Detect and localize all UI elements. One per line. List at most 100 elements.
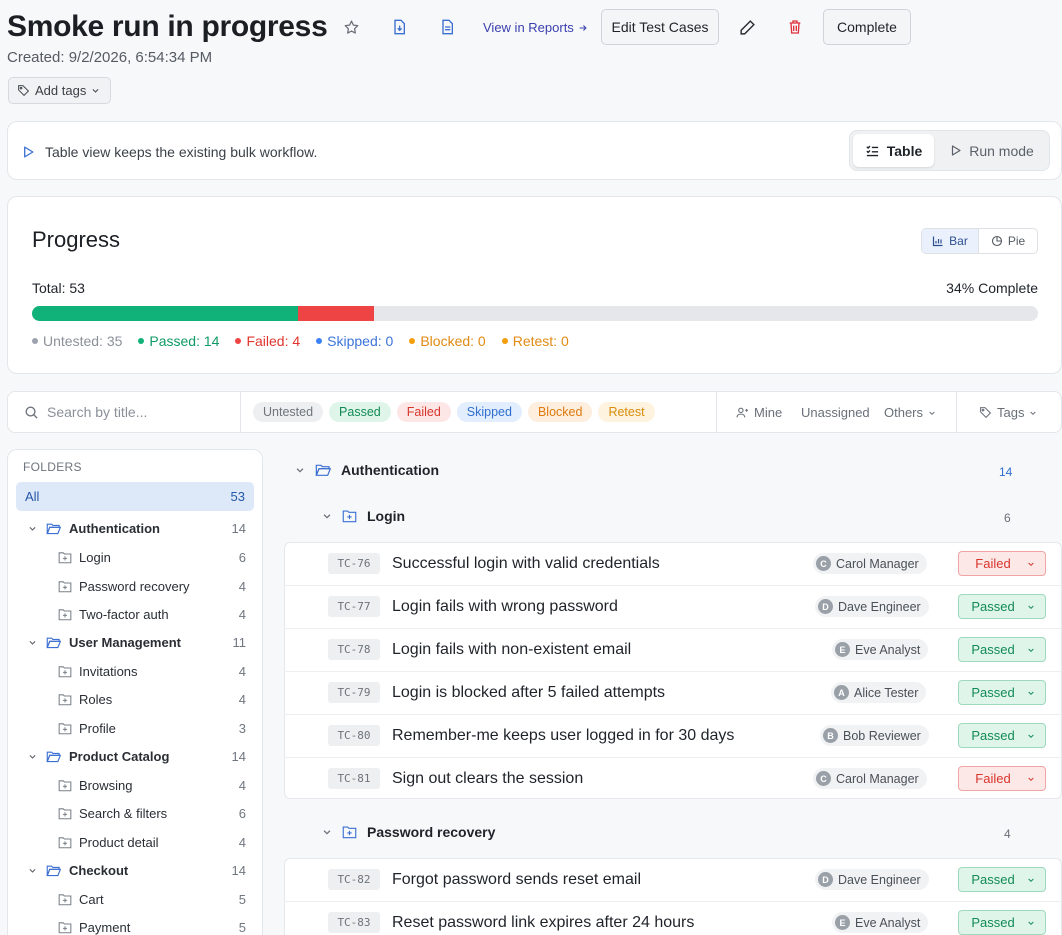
sidebar-folder-count: 4 — [238, 834, 246, 850]
sidebar-folder-item[interactable]: Login 6 — [16, 545, 254, 569]
unassigned-filter[interactable]: Unassigned — [801, 405, 870, 420]
mine-filter[interactable]: Mine — [736, 405, 782, 420]
chevron-down-icon — [1028, 777, 1034, 781]
sidebar-folder-item[interactable]: Invitations 4 — [16, 659, 254, 683]
folder-all[interactable]: All 53 — [16, 482, 254, 511]
status-dropdown[interactable]: Passed — [958, 910, 1046, 935]
test-case-row[interactable]: TC-78 Login fails with non-existent email… — [284, 628, 1062, 671]
legend-passed-dot — [138, 338, 145, 344]
sidebar-folder-count: 4 — [238, 777, 246, 793]
subgroup-password-recovery[interactable]: Password recovery — [322, 824, 495, 840]
sidebar-folder-item[interactable]: Search & filters 6 — [16, 801, 254, 825]
chevron-down-icon — [29, 526, 36, 531]
others-filter[interactable]: Others — [884, 405, 936, 420]
sidebar-folder-item[interactable]: Product Catalog 14 — [16, 744, 254, 768]
sidebar-folder-item[interactable]: User Management 11 — [16, 630, 254, 654]
assignee-pill[interactable]: B Bob Reviewer — [820, 725, 929, 746]
sidebar-folder-item[interactable]: Profile 3 — [16, 716, 254, 740]
assignee-pill[interactable]: C Carol Manager — [813, 553, 927, 574]
sidebar-folder-label: Search & filters — [79, 805, 168, 821]
add-tags-button[interactable]: Add tags — [8, 77, 111, 104]
trash-icon[interactable] — [782, 14, 808, 40]
tags-filter[interactable]: Tags — [979, 405, 1037, 420]
test-case-row[interactable]: TC-82 Forgot password sends reset email D D… — [284, 858, 1062, 901]
sidebar-folder-item[interactable]: Password recovery 4 — [16, 574, 254, 598]
status-dropdown[interactable]: Passed — [958, 723, 1046, 748]
chip-failed[interactable]: Failed — [396, 402, 451, 422]
sidebar-folder-item[interactable]: Two-factor auth 4 — [16, 602, 254, 626]
folder-plus-icon — [58, 893, 72, 905]
sidebar-folder-item[interactable]: Authentication 14 — [16, 516, 254, 540]
sidebar-folder-count: 4 — [238, 663, 246, 679]
folder-plus-icon — [58, 722, 72, 734]
star-icon[interactable] — [338, 14, 364, 40]
sidebar-folder-label: Invitations — [79, 663, 138, 679]
status-dropdown[interactable]: Passed — [958, 637, 1046, 662]
test-case-title: Login is blocked after 5 failed attempts — [392, 683, 666, 701]
subgroup-login[interactable]: Login — [322, 508, 405, 524]
assignee-pill[interactable]: D Dave Engineer — [815, 869, 929, 890]
assignee-name: Dave Engineer — [838, 599, 921, 614]
folder-plus-icon — [58, 779, 72, 791]
others-label: Others — [884, 405, 924, 420]
sidebar-folder-count: 14 — [231, 862, 246, 878]
test-case-row[interactable]: TC-76 Successful login with valid credent… — [284, 542, 1062, 585]
tag-icon — [18, 85, 30, 97]
chevron-down-icon — [1028, 921, 1034, 925]
assignee-pill[interactable]: E Eve Analyst — [832, 912, 929, 933]
status-dropdown[interactable]: Failed — [958, 766, 1046, 791]
status-dropdown[interactable]: Passed — [958, 680, 1046, 705]
sidebar-folder-item[interactable]: Product detail 4 — [16, 830, 254, 854]
sidebar-folder-count: 3 — [238, 720, 246, 736]
avatar: B — [823, 728, 838, 743]
sidebar-folder-count: 14 — [231, 748, 246, 764]
sidebar-folder-count: 14 — [231, 520, 246, 536]
group-authentication[interactable]: Authentication — [295, 462, 439, 478]
test-case-row[interactable]: TC-81 Sign out clears the session C Carol M… — [284, 757, 1062, 800]
chip-retest[interactable]: Retest — [598, 402, 655, 422]
search-input[interactable]: Search by title... — [24, 404, 147, 420]
bar-chart-button[interactable]: Bar — [922, 229, 980, 253]
chip-passed[interactable]: Passed — [329, 402, 391, 422]
chip-untested[interactable]: Untested — [253, 402, 324, 422]
assignee-pill[interactable]: C Carol Manager — [813, 768, 927, 789]
sidebar-folder-label: Product detail — [79, 834, 159, 850]
pencil-icon[interactable] — [734, 14, 760, 40]
sidebar-folder-count: 6 — [238, 549, 246, 565]
page-title: Smoke run in progress — [7, 10, 328, 43]
folder-plus-icon — [58, 551, 72, 563]
test-case-row[interactable]: TC-80 Remember-me keeps user logged in fo… — [284, 714, 1062, 757]
test-case-row[interactable]: TC-77 Login fails with wrong password D Dav… — [284, 585, 1062, 628]
sidebar-folder-item[interactable]: Roles 4 — [16, 687, 254, 711]
sidebar-folder-count: 6 — [238, 805, 246, 821]
assignee-pill[interactable]: A Alice Tester — [831, 682, 927, 703]
sidebar-folder-label: Authentication — [69, 520, 160, 536]
table-view-button[interactable]: Table — [853, 134, 934, 167]
test-case-id: TC-79 — [328, 682, 380, 703]
chip-skipped[interactable]: Skipped — [456, 402, 522, 422]
chevron-down-icon — [29, 754, 36, 759]
test-case-row[interactable]: TC-83 Reset password link expires after 2… — [284, 901, 1062, 935]
assignee-pill[interactable]: E Eve Analyst — [832, 639, 929, 660]
sidebar-folder-item[interactable]: Checkout 14 — [16, 858, 254, 882]
document-icon[interactable] — [434, 14, 460, 40]
assignee-pill[interactable]: D Dave Engineer — [815, 596, 929, 617]
sidebar-folder-item[interactable]: Cart 5 — [16, 887, 254, 911]
export-icon[interactable] — [386, 14, 412, 40]
complete-button[interactable]: Complete — [823, 9, 911, 45]
run-mode-button[interactable]: Run mode — [938, 134, 1046, 167]
status-dropdown[interactable]: Failed — [958, 551, 1046, 576]
folder-plus-icon — [58, 836, 72, 848]
test-case-title: Successful login with valid credentials — [392, 554, 660, 572]
status-label: Passed — [971, 599, 1015, 614]
view-in-reports-link[interactable]: View in Reports — [483, 20, 588, 35]
sidebar-folder-item[interactable]: Payment 5 — [16, 915, 254, 935]
sidebar-folder-item[interactable]: Browsing 4 — [16, 773, 254, 797]
status-dropdown[interactable]: Passed — [958, 594, 1046, 619]
test-case-title: Login fails with wrong password — [392, 597, 618, 615]
pie-chart-button[interactable]: Pie — [979, 229, 1037, 253]
edit-test-cases-button[interactable]: Edit Test Cases — [601, 9, 719, 45]
status-dropdown[interactable]: Passed — [958, 867, 1046, 892]
test-case-row[interactable]: TC-79 Login is blocked after 5 failed att… — [284, 671, 1062, 714]
chip-blocked[interactable]: Blocked — [527, 402, 593, 422]
